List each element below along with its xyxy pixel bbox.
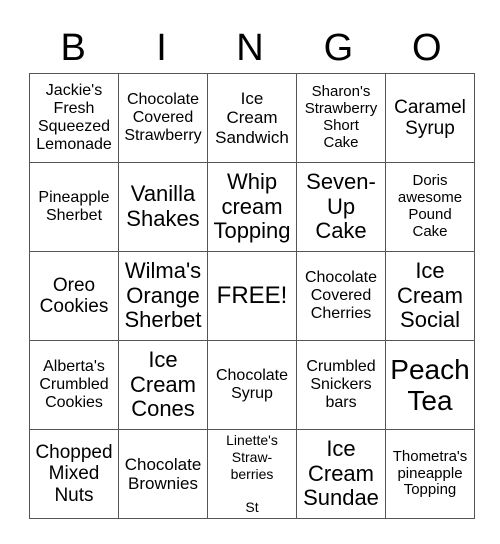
bingo-header: B I N G O (29, 24, 471, 72)
cell-text: Crumbled Snickers bars (306, 358, 376, 411)
header-letter-i: I (156, 27, 167, 69)
bingo-cell[interactable]: Alberta's Crumbled Cookies (29, 340, 119, 430)
cell-text: Chocolate Covered Strawberry (124, 91, 202, 144)
bingo-cell[interactable]: Thometra's pineapple Topping (385, 429, 475, 519)
bingo-cell[interactable]: Peach Tea (385, 340, 475, 430)
bingo-cell[interactable]: Caramel Syrup (385, 73, 475, 163)
bingo-cell[interactable]: Sharon's Strawberry Short Cake (296, 73, 386, 163)
bingo-cell[interactable]: Pineapple Sherbet (29, 162, 119, 252)
bingo-cell[interactable]: Seven- Up Cake (296, 162, 386, 252)
cell-text: Alberta's Crumbled Cookies (39, 358, 109, 411)
bingo-cell[interactable]: Ice Cream Sandwich (207, 73, 297, 163)
bingo-cell[interactable]: Chopped Mixed Nuts (29, 429, 119, 519)
bingo-cell[interactable]: Whip cream Topping (207, 162, 297, 252)
cell-text: Wilma's Orange Sherbet (124, 258, 202, 333)
cell-text: Oreo Cookies (39, 274, 109, 317)
header-letter-b: B (60, 27, 86, 69)
cell-text: Peach Tea (390, 353, 470, 416)
cell-text: Chocolate Covered Cherries (304, 269, 378, 322)
bingo-cell[interactable]: Chocolate Covered Cherries (296, 251, 386, 341)
cell-text: Linette's Straw- berries St (226, 432, 278, 516)
cell-text: Pineapple Sherbet (38, 189, 110, 224)
cell-text: Whip cream Topping (213, 169, 291, 244)
bingo-cell[interactable]: Oreo Cookies (29, 251, 119, 341)
cell-text: Ice Cream Social (396, 258, 463, 333)
cell-text: Ice Cream Cones (129, 347, 196, 422)
bingo-row: Jackie's Fresh Squeezed Lemonade Chocola… (29, 73, 475, 163)
bingo-card: Jackie's Fresh Squeezed Lemonade Chocola… (29, 73, 475, 519)
cell-text: Chocolate Brownies (124, 454, 202, 493)
bingo-cell[interactable]: Vanilla Shakes (118, 162, 208, 252)
bingo-cell[interactable]: Ice Cream Sundae (296, 429, 386, 519)
cell-text: FREE! (216, 282, 288, 310)
header-letter-n: N (236, 27, 264, 69)
bingo-cell[interactable]: Chocolate Syrup (207, 340, 297, 430)
cell-text: Jackie's Fresh Squeezed Lemonade (36, 82, 112, 153)
bingo-cell[interactable]: Chocolate Brownies (118, 429, 208, 519)
cell-text: Thometra's pineapple Topping (392, 447, 468, 499)
bingo-row: Oreo Cookies Wilma's Orange Sherbet FREE… (29, 251, 475, 341)
bingo-cell[interactable]: Jackie's Fresh Squeezed Lemonade (29, 73, 119, 163)
cell-text: Chopped Mixed Nuts (35, 442, 113, 506)
bingo-row: Pineapple Sherbet Vanilla Shakes Whip cr… (29, 162, 475, 252)
cell-text: Ice Cream Sandwich (215, 89, 289, 147)
bingo-cell[interactable]: Linette's Straw- berries St (207, 429, 297, 519)
bingo-cell[interactable]: Ice Cream Social (385, 251, 475, 341)
bingo-cell[interactable]: Crumbled Snickers bars (296, 340, 386, 430)
cell-text: Chocolate Syrup (215, 367, 289, 402)
cell-text: Ice Cream Sundae (303, 436, 379, 511)
bingo-cell[interactable]: Chocolate Covered Strawberry (118, 73, 208, 163)
cell-text: Caramel Syrup (394, 96, 466, 139)
cell-text: Doris awesome Pound Cake (397, 172, 463, 240)
cell-text: Sharon's Strawberry Short Cake (304, 83, 378, 151)
header-letter-o: O (411, 27, 442, 69)
bingo-row: Alberta's Crumbled Cookies Ice Cream Con… (29, 340, 475, 430)
cell-text: Vanilla Shakes (126, 181, 200, 231)
bingo-cell[interactable]: Wilma's Orange Sherbet (118, 251, 208, 341)
bingo-cell[interactable]: Ice Cream Cones (118, 340, 208, 430)
bingo-row: Chopped Mixed Nuts Chocolate Brownies Li… (29, 429, 475, 519)
header-letter-g: G (323, 27, 354, 69)
bingo-cell[interactable]: Doris awesome Pound Cake (385, 162, 475, 252)
free-space[interactable]: FREE! (207, 251, 297, 341)
cell-text: Seven- Up Cake (306, 169, 376, 244)
